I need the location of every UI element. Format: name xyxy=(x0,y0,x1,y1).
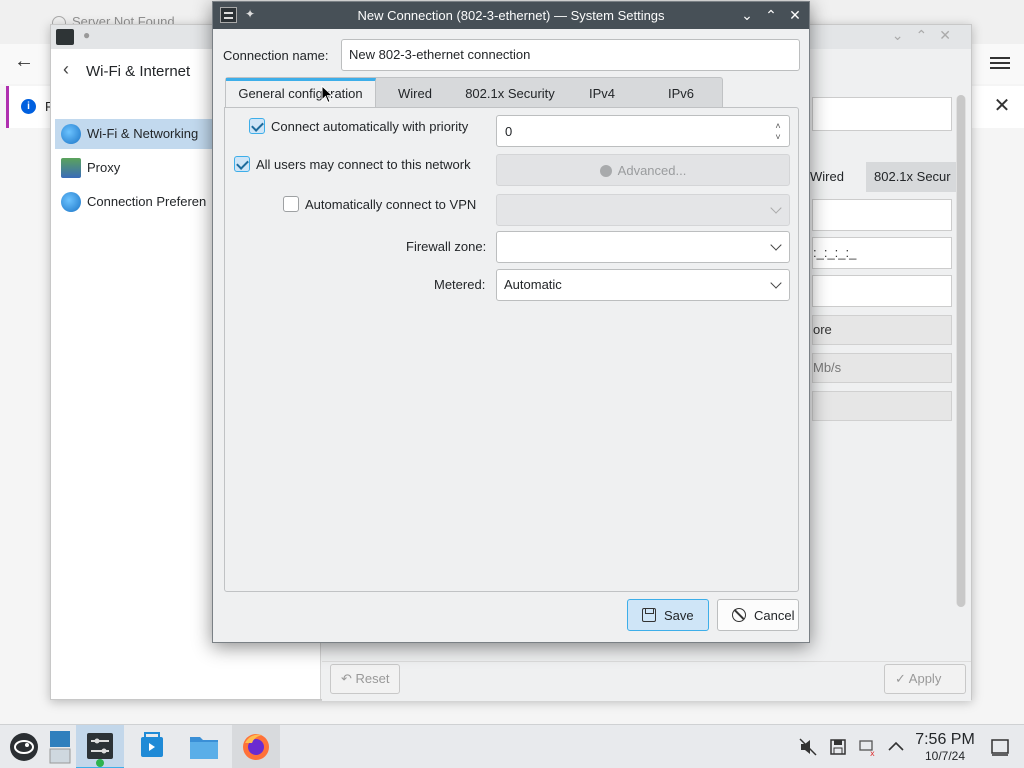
bg-field[interactable] xyxy=(812,199,952,231)
globe-icon xyxy=(61,124,81,144)
save-icon xyxy=(642,608,656,622)
info-icon: i xyxy=(21,99,36,114)
disk-icon[interactable] xyxy=(828,737,848,757)
firewall-zone-label: Firewall zone: xyxy=(406,239,487,254)
vpn-combo xyxy=(496,194,790,226)
all-users-checkbox[interactable] xyxy=(234,156,250,172)
save-label: Save xyxy=(664,608,694,623)
settings-app-icon xyxy=(56,29,74,45)
bg-combo[interactable] xyxy=(812,391,952,421)
close-icon[interactable]: ✕ xyxy=(785,5,805,25)
tab-general-configuration[interactable]: General configuration xyxy=(226,78,376,109)
pin-icon[interactable]: ● xyxy=(83,28,90,42)
metered-value: Automatic xyxy=(504,277,562,292)
all-users-label: All users may connect to this network xyxy=(256,157,471,172)
show-desktop-icon[interactable] xyxy=(990,737,1010,757)
advanced-button[interactable]: Advanced... xyxy=(496,154,790,186)
clock-time: 7:56 PM xyxy=(915,731,975,748)
save-button[interactable]: Save xyxy=(627,599,709,631)
maximize-icon[interactable]: ⌃ xyxy=(761,5,781,25)
back-arrow-icon[interactable]: ← xyxy=(14,50,36,78)
taskbar-discover[interactable] xyxy=(128,725,176,768)
sidebar-title: Wi-Fi & Internet xyxy=(86,63,191,80)
connection-name-input[interactable]: New 802-3-ethernet connection xyxy=(341,39,800,71)
bg-field[interactable] xyxy=(812,275,952,307)
bg-mac-text: :_:_:_:_ xyxy=(813,245,857,260)
svg-text:x: x xyxy=(870,749,875,757)
taskbar: x 7:56 PM 10/7/24 xyxy=(0,724,1024,768)
apply-label: Apply xyxy=(908,671,942,686)
app-launcher-button[interactable] xyxy=(0,725,48,768)
tab-ipv4[interactable]: IPv4 xyxy=(566,78,638,108)
proxy-icon xyxy=(61,158,81,178)
chevron-left-icon[interactable]: ‹ xyxy=(63,59,69,80)
tab-wired[interactable]: Wired xyxy=(376,78,454,108)
settings-bottom-bar: ↶ Reset ✓ Apply xyxy=(322,661,971,701)
metered-label: Metered: xyxy=(434,277,486,292)
chevron-down-icon xyxy=(770,202,782,214)
globe-icon xyxy=(61,192,81,212)
pager-icon[interactable] xyxy=(48,725,74,768)
apply-button[interactable]: ✓ Apply xyxy=(884,664,966,694)
dialog-titlebar: ✦ New Connection (802-3-ethernet) — Syst… xyxy=(213,2,809,29)
reset-button[interactable]: ↶ Reset xyxy=(330,664,401,694)
chevron-up-icon[interactable] xyxy=(886,737,906,757)
cancel-button[interactable]: Cancel xyxy=(717,599,799,631)
firewall-zone-combo[interactable] xyxy=(496,231,790,263)
tab-ipv6[interactable]: IPv6 xyxy=(638,78,724,108)
bg-tabbar: Wired 802.1x Secur xyxy=(806,162,956,192)
priority-value: 0 xyxy=(505,124,513,139)
metered-combo[interactable]: Automatic xyxy=(496,269,790,301)
folder-icon xyxy=(190,737,218,759)
store-icon xyxy=(141,732,163,757)
sidebar-item-label: Proxy xyxy=(87,160,121,175)
bg-name-field[interactable] xyxy=(812,97,952,131)
minimize-icon[interactable]: ⌄ xyxy=(737,5,757,25)
connect-auto-label: Connect automatically with priority xyxy=(271,119,469,134)
scrollbar-thumb[interactable] xyxy=(957,95,965,607)
bg-tab-wired[interactable]: Wired xyxy=(810,162,844,192)
tab-8021x-security[interactable]: 802.1x Security xyxy=(454,78,566,108)
advanced-label: Advanced... xyxy=(617,163,687,178)
taskbar-firefox[interactable] xyxy=(232,725,280,768)
close-icon[interactable]: ✕ xyxy=(991,95,1013,117)
bg-mac-field[interactable]: :_:_:_:_ xyxy=(812,237,952,269)
sidebar-item-label: Wi-Fi & Networking xyxy=(87,126,199,141)
auto-vpn-checkbox[interactable] xyxy=(283,196,299,212)
bg-ignore-text: ore xyxy=(813,322,832,337)
gear-icon xyxy=(599,165,612,177)
chevron-up-icon[interactable]: ˄ xyxy=(773,122,783,131)
cancel-icon xyxy=(732,608,746,622)
scrollbar[interactable] xyxy=(956,95,966,607)
clock-date: 10/7/24 xyxy=(924,749,966,763)
connection-name-label: Connection name: xyxy=(223,48,329,63)
dialog-title: New Connection (802-3-ethernet) — System… xyxy=(357,8,665,23)
priority-spinbox[interactable]: 0 ˄ ˅ xyxy=(496,115,790,147)
window-controls[interactable]: ⌄⌃✕ xyxy=(892,27,963,44)
auto-vpn-label: Automatically connect to VPN xyxy=(305,197,477,212)
chevron-down-icon xyxy=(770,277,782,289)
taskbar-file-manager[interactable] xyxy=(180,725,228,768)
menu-icon[interactable] xyxy=(990,54,1010,74)
bg-combo[interactable]: ore xyxy=(812,315,952,345)
settings-app-icon xyxy=(87,733,113,767)
cancel-label: Cancel xyxy=(754,608,795,623)
bg-speed-field[interactable]: Mb/s xyxy=(812,353,952,383)
opensuse-logo-icon xyxy=(10,733,38,761)
bg-tab-8021x[interactable]: 802.1x Secur xyxy=(866,162,956,192)
chevron-down-icon[interactable]: ˅ xyxy=(773,133,783,142)
network-disconnected-icon[interactable]: x xyxy=(858,737,878,758)
sidebar-item-label: Connection Preferen xyxy=(87,194,207,209)
dialog-tabbar: General configuration Wired 802.1x Secur… xyxy=(225,77,724,109)
taskbar-system-settings[interactable] xyxy=(76,725,124,768)
new-connection-dialog: ✦ New Connection (802-3-ethernet) — Syst… xyxy=(212,1,810,643)
firefox-icon xyxy=(243,734,269,760)
bg-speed-text: Mb/s xyxy=(813,360,842,375)
mouse-cursor-icon xyxy=(321,85,334,104)
clock[interactable]: 7:56 PM 10/7/24 xyxy=(906,731,984,763)
volume-muted-icon[interactable] xyxy=(798,737,818,757)
reset-label: Reset xyxy=(355,671,390,686)
chevron-down-icon xyxy=(770,239,782,251)
connect-auto-checkbox[interactable] xyxy=(249,118,265,134)
